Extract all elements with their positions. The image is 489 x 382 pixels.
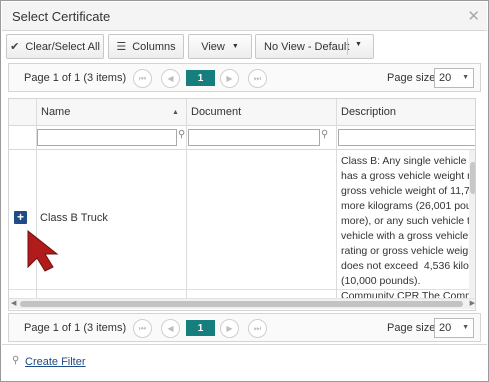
last-page-icon[interactable]: ⏭ bbox=[248, 319, 267, 338]
prev-page-icon[interactable]: ◀ bbox=[161, 319, 180, 338]
check-icon: ✔ bbox=[10, 41, 20, 53]
select-certificate-dialog: Select Certificate ✕ ✔ Clear/Select All … bbox=[0, 0, 489, 382]
filter-icon: ⚲ bbox=[12, 355, 20, 366]
view-select-divider bbox=[347, 38, 348, 55]
dialog-footer: ⚲ Create Filter bbox=[2, 344, 487, 381]
clear-select-all-button[interactable]: ✔ Clear/Select All bbox=[6, 34, 104, 59]
page-size-label: Page size: bbox=[387, 322, 439, 334]
column-header-document[interactable]: Document bbox=[191, 106, 241, 118]
grid-toolbar: ✔ Clear/Select All ☰ Columns View ▼ No V… bbox=[6, 34, 374, 60]
scroll-right-icon[interactable]: ▶ bbox=[470, 299, 475, 307]
page-size-value: 20 bbox=[439, 322, 452, 334]
row-description: Class B: Any single vehicle wh has a gro… bbox=[341, 155, 476, 287]
page-size-value: 20 bbox=[439, 72, 452, 84]
scroll-left-icon[interactable]: ◀ bbox=[11, 299, 16, 307]
close-icon[interactable]: ✕ bbox=[467, 7, 480, 25]
current-page-button[interactable]: 1 bbox=[186, 70, 215, 86]
document-filter-input[interactable] bbox=[188, 129, 320, 146]
row-name: Class B Truck bbox=[40, 212, 108, 224]
view-dropdown-button[interactable]: View ▼ bbox=[188, 34, 252, 59]
next-page-icon[interactable]: ▶ bbox=[220, 69, 239, 88]
pager-bottom: Page 1 of 1 (3 items) ⏮ ◀ 1 ▶ ⏭ Page siz… bbox=[8, 313, 481, 342]
filter-icon[interactable]: ⚲ bbox=[178, 129, 185, 140]
filter-row: ⚲ ⚲ bbox=[9, 126, 475, 150]
clear-select-all-label: Clear/Select All bbox=[25, 40, 100, 53]
columns-button[interactable]: ☰ Columns bbox=[108, 34, 184, 59]
mouse-pointer-icon bbox=[27, 229, 59, 272]
first-page-icon[interactable]: ⏮ bbox=[133, 69, 152, 88]
horizontal-scroll-thumb[interactable] bbox=[20, 301, 463, 307]
list-icon: ☰ bbox=[116, 41, 127, 53]
view-select[interactable]: No View - Default ▼ bbox=[255, 34, 374, 59]
columns-label: Columns bbox=[132, 40, 176, 53]
dialog-titlebar: Select Certificate ✕ bbox=[2, 2, 487, 31]
view-label: View bbox=[201, 40, 225, 53]
caret-down-icon[interactable]: ▼ bbox=[355, 41, 362, 48]
table-row[interactable]: + Class B Truck Class B: Any single vehi… bbox=[9, 150, 476, 290]
prev-page-icon[interactable]: ◀ bbox=[161, 69, 180, 88]
page-size-select[interactable]: 20 ▼ bbox=[434, 318, 474, 338]
next-page-icon[interactable]: ▶ bbox=[220, 319, 239, 338]
plus-expand-icon[interactable]: + bbox=[14, 211, 27, 224]
current-page-button[interactable]: 1 bbox=[186, 320, 215, 336]
caret-down-icon: ▼ bbox=[462, 324, 469, 331]
name-filter-input[interactable] bbox=[37, 129, 177, 146]
filter-icon[interactable]: ⚲ bbox=[321, 129, 328, 140]
column-divider bbox=[336, 99, 337, 298]
page-size-select[interactable]: 20 ▼ bbox=[434, 68, 474, 88]
page-size-label: Page size: bbox=[387, 72, 439, 84]
horizontal-scrollbar[interactable]: ◀ ▶ bbox=[9, 298, 475, 309]
dialog-title: Select Certificate bbox=[12, 9, 111, 24]
pager-info: Page 1 of 1 (3 items) bbox=[24, 322, 127, 334]
caret-down-icon: ▼ bbox=[231, 43, 239, 50]
pager-top: Page 1 of 1 (3 items) ⏮ ◀ 1 ▶ ⏭ Page siz… bbox=[8, 63, 481, 92]
vertical-scrollbar[interactable] bbox=[469, 150, 475, 298]
grid-header: Name ▲ Document Description bbox=[9, 99, 475, 126]
description-filter-input[interactable] bbox=[338, 129, 475, 146]
column-header-name[interactable]: Name bbox=[41, 106, 70, 118]
create-filter-link[interactable]: Create Filter bbox=[25, 356, 86, 368]
first-page-icon[interactable]: ⏮ bbox=[133, 319, 152, 338]
caret-down-icon: ▼ bbox=[462, 74, 469, 81]
column-header-description[interactable]: Description bbox=[341, 106, 396, 118]
vertical-scroll-thumb[interactable] bbox=[470, 162, 475, 194]
last-page-icon[interactable]: ⏭ bbox=[248, 69, 267, 88]
column-divider bbox=[186, 99, 187, 298]
pager-info: Page 1 of 1 (3 items) bbox=[24, 72, 127, 84]
sort-asc-icon[interactable]: ▲ bbox=[172, 109, 179, 116]
certificate-grid: Name ▲ Document Description ⚲ ⚲ + Class … bbox=[8, 98, 476, 311]
view-select-value: No View - Default bbox=[264, 40, 350, 53]
